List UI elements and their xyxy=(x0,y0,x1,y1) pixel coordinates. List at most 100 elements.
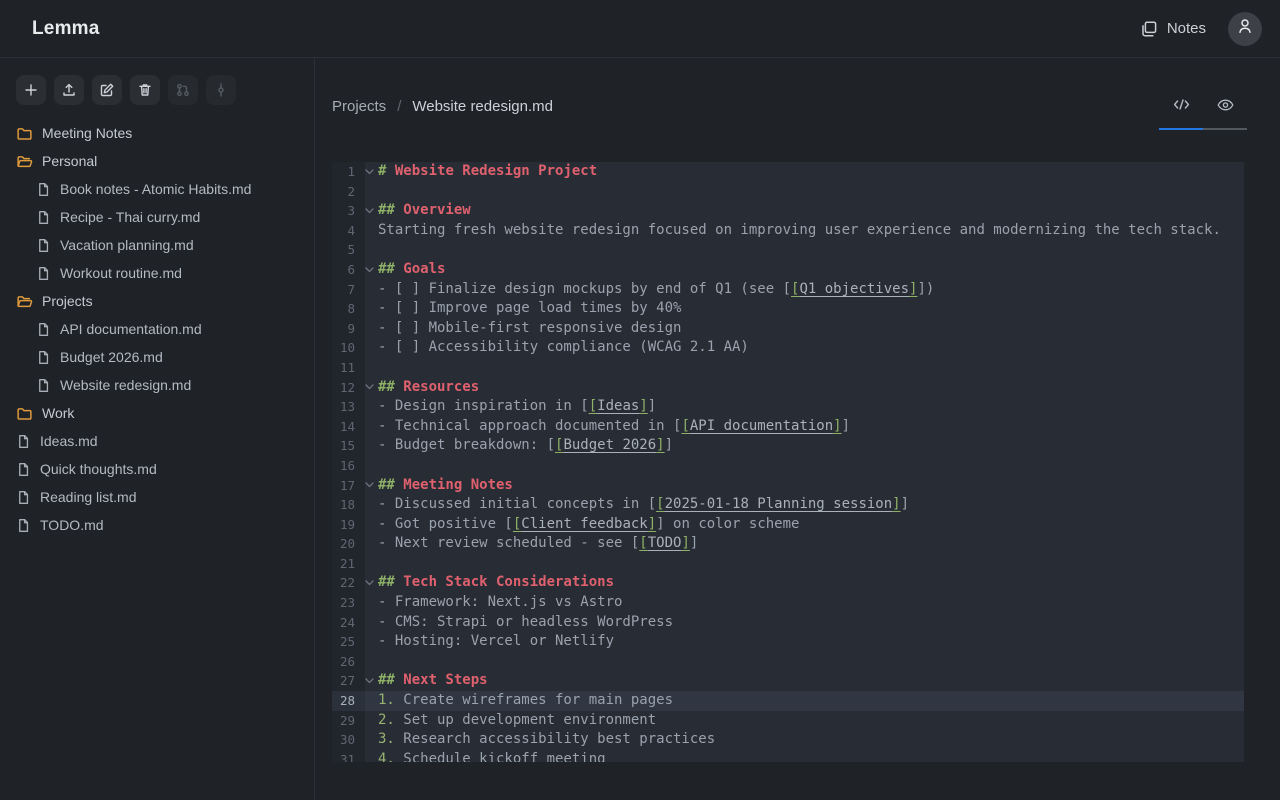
tree-folder-work[interactable]: Work xyxy=(0,399,314,427)
delete-note-button[interactable] xyxy=(130,75,160,105)
editor-line-28[interactable]: 28 1. Create wireframes for main pages xyxy=(332,691,1244,711)
editor-line-31[interactable]: 314. Schedule kickoff meeting xyxy=(332,750,1244,762)
editor-line-10[interactable]: 10- [ ] Accessibility compliance (WCAG 2… xyxy=(332,338,1244,358)
new-note-button[interactable] xyxy=(16,75,46,105)
editor-line-30[interactable]: 303. Research accessibility best practic… xyxy=(332,730,1244,750)
editor-line-25[interactable]: 25- Hosting: Vercel or Netlify xyxy=(332,632,1244,652)
editor-line-11[interactable]: 11 xyxy=(332,358,1244,378)
editor-line-7[interactable]: 7- [ ] Finalize design mockups by end of… xyxy=(332,280,1244,300)
code-text: 1. Create wireframes for main pages xyxy=(378,691,1244,711)
fold-chevron-icon[interactable] xyxy=(365,162,378,182)
file-tree: Meeting Notes Personal Book notes - Atomic… xyxy=(0,119,314,539)
line-number: 1 xyxy=(332,162,365,182)
editor-line-5[interactable]: 5 xyxy=(332,240,1244,260)
code-text: 2. Set up development environment xyxy=(378,711,1244,731)
line-number: 24 xyxy=(332,613,365,633)
code-text xyxy=(378,182,1244,202)
line-number: 6 xyxy=(332,260,365,280)
editor-line-24[interactable]: 24 - CMS: Strapi or headless WordPress xyxy=(332,613,1244,633)
tree-file-website-redesign-md[interactable]: Website redesign.md xyxy=(0,371,314,399)
line-number: 18 xyxy=(332,495,365,515)
fold-chevron-icon[interactable] xyxy=(365,476,378,496)
editor-line-17[interactable]: 17## Meeting Notes xyxy=(332,476,1244,496)
tab-code-view[interactable] xyxy=(1159,94,1203,120)
notes-stack-icon xyxy=(1140,20,1158,38)
fold-chevron-icon[interactable] xyxy=(365,260,378,280)
code-text: - [ ] Improve page load times by 40% xyxy=(378,299,1244,319)
line-number: 21 xyxy=(332,554,365,574)
breadcrumb-folder[interactable]: Projects xyxy=(332,98,386,115)
tree-file-todo-md[interactable]: TODO.md xyxy=(0,511,314,539)
tree-folder-projects[interactable]: Projects xyxy=(0,287,314,315)
editor-line-26[interactable]: 26 xyxy=(332,652,1244,672)
tree-file-api-documentation-md[interactable]: API documentation.md xyxy=(0,315,314,343)
fold-chevron-icon[interactable] xyxy=(365,378,378,398)
editor-line-8[interactable]: 8- [ ] Improve page load times by 40% xyxy=(332,299,1244,319)
tree-file-budget-2026-md[interactable]: Budget 2026.md xyxy=(0,343,314,371)
fold-gutter-spacer xyxy=(365,436,378,456)
user-avatar[interactable] xyxy=(1228,12,1262,46)
line-number: 5 xyxy=(332,240,365,260)
editor-line-6[interactable]: 6## Goals xyxy=(332,260,1244,280)
tree-item-label: Workout routine.md xyxy=(60,265,182,281)
editor-line-12[interactable]: 12## Resources xyxy=(332,378,1244,398)
folder-open-icon xyxy=(16,153,33,170)
tree-file-recipe-thai-curry-md[interactable]: Recipe - Thai curry.md xyxy=(0,203,314,231)
tree-file-book-notes-atomic-habits-md[interactable]: Book notes - Atomic Habits.md xyxy=(0,175,314,203)
tree-file-reading-list-md[interactable]: Reading list.md xyxy=(0,483,314,511)
editor-line-9[interactable]: 9- [ ] Mobile-first responsive design xyxy=(332,319,1244,339)
tree-file-quick-thoughts-md[interactable]: Quick thoughts.md xyxy=(0,455,314,483)
editor-line-19[interactable]: 19- Got positive [[Client feedback]] on … xyxy=(332,515,1244,535)
editor-line-13[interactable]: 13- Design inspiration in [[Ideas]] xyxy=(332,397,1244,417)
line-number: 16 xyxy=(332,456,365,476)
tree-folder-personal[interactable]: Personal xyxy=(0,147,314,175)
code-text: - Budget breakdown: [[Budget 2026]] xyxy=(378,436,1244,456)
breadcrumb-separator: / xyxy=(397,98,401,115)
editor-line-22[interactable]: 22## Tech Stack Considerations xyxy=(332,573,1244,593)
tree-file-ideas-md[interactable]: Ideas.md xyxy=(0,427,314,455)
editor-line-18[interactable]: 18- Discussed initial concepts in [[2025… xyxy=(332,495,1244,515)
editor-line-23[interactable]: 23- Framework: Next.js vs Astro xyxy=(332,593,1244,613)
editor-line-29[interactable]: 292. Set up development environment xyxy=(332,711,1244,731)
main-panel: Projects / Website redesign.md xyxy=(315,58,1280,800)
tree-file-vacation-planning-md[interactable]: Vacation planning.md xyxy=(0,231,314,259)
editor-line-1[interactable]: 1# Website Redesign Project xyxy=(332,162,1244,182)
code-text: - CMS: Strapi or headless WordPress xyxy=(378,613,1244,633)
tree-item-label: Vacation planning.md xyxy=(60,237,194,253)
fold-gutter-spacer xyxy=(365,613,378,633)
code-text xyxy=(378,554,1244,574)
editor-line-20[interactable]: 20- Next review scheduled - see [[TODO]] xyxy=(332,534,1244,554)
editor-line-16[interactable]: 16 xyxy=(332,456,1244,476)
editor-line-4[interactable]: 4Starting fresh website redesign focused… xyxy=(332,221,1244,241)
fold-chevron-icon[interactable] xyxy=(365,201,378,221)
code-text: - Technical approach documented in [[API… xyxy=(378,417,1244,437)
file-icon xyxy=(36,266,51,281)
editor-line-21[interactable]: 21 xyxy=(332,554,1244,574)
tree-file-workout-routine-md[interactable]: Workout routine.md xyxy=(0,259,314,287)
line-number: 25 xyxy=(332,632,365,652)
notes-button[interactable]: Notes xyxy=(1140,20,1206,38)
editor-line-2[interactable]: 2 xyxy=(332,182,1244,202)
editor-line-14[interactable]: 14- Technical approach documented in [[A… xyxy=(332,417,1244,437)
view-toggle xyxy=(1159,94,1247,130)
code-text: - Next review scheduled - see [[TODO]] xyxy=(378,534,1244,554)
tab-preview-view[interactable] xyxy=(1203,94,1247,120)
folder-open-icon xyxy=(16,293,33,310)
upload-button[interactable] xyxy=(54,75,84,105)
fold-gutter-spacer xyxy=(365,652,378,672)
markdown-editor[interactable]: 1# Website Redesign Project23## Overview… xyxy=(332,162,1244,762)
tree-item-label: Personal xyxy=(42,153,97,169)
line-number: 17 xyxy=(332,476,365,496)
editor-line-3[interactable]: 3## Overview xyxy=(332,201,1244,221)
tree-folder-meeting-notes[interactable]: Meeting Notes xyxy=(0,119,314,147)
code-text xyxy=(378,456,1244,476)
file-icon xyxy=(36,238,51,253)
tree-item-label: Projects xyxy=(42,293,93,309)
line-number: 28 xyxy=(332,691,365,711)
line-number: 22 xyxy=(332,573,365,593)
editor-line-27[interactable]: 27## Next Steps xyxy=(332,671,1244,691)
fold-chevron-icon[interactable] xyxy=(365,671,378,691)
fold-chevron-icon[interactable] xyxy=(365,573,378,593)
edit-note-button[interactable] xyxy=(92,75,122,105)
editor-line-15[interactable]: 15- Budget breakdown: [[Budget 2026]] xyxy=(332,436,1244,456)
